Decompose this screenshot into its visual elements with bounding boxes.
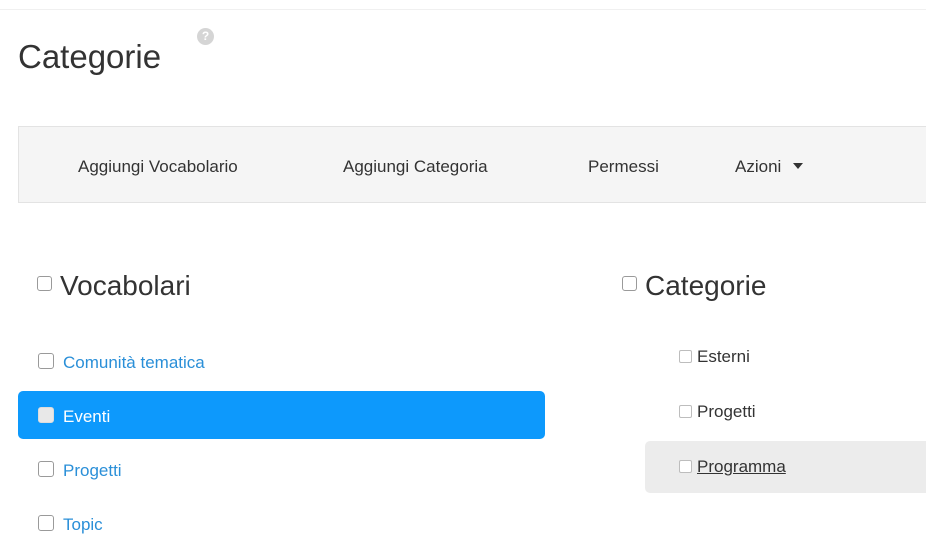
select-all-vocabularies-checkbox[interactable] (37, 276, 52, 291)
vocabulary-label: Progetti (63, 461, 122, 480)
vocabulary-item-eventi[interactable]: Eventi (18, 391, 545, 439)
category-item-esterni[interactable]: Esterni (645, 331, 926, 383)
page-title: Categorie (18, 38, 162, 75)
add-vocabulary-button[interactable]: Aggiungi Vocabolario (78, 157, 238, 177)
actions-label: Azioni (735, 157, 782, 176)
vocabulary-label: Comunità tematica (63, 353, 205, 372)
categories-heading-label: Categorie (645, 270, 767, 301)
vocabulary-item-comunita-tematica[interactable]: Comunità tematica (18, 337, 545, 385)
vocabulary-item-progetti[interactable]: Progetti (18, 445, 545, 493)
add-category-button[interactable]: Aggiungi Categoria (343, 157, 488, 177)
vocabulary-checkbox[interactable] (38, 515, 54, 531)
category-item-programma[interactable]: Programma (645, 441, 926, 493)
category-label: Esterni (697, 347, 750, 366)
select-all-categories-checkbox[interactable] (622, 276, 637, 291)
vocabulary-item-topic[interactable]: Topic (18, 499, 545, 547)
vocabulary-checkbox[interactable] (38, 461, 54, 477)
category-label: Progetti (697, 402, 756, 421)
category-checkbox[interactable] (679, 350, 692, 363)
vocabularies-heading: Vocabolari (37, 270, 191, 302)
category-checkbox[interactable] (679, 405, 692, 418)
toolbar: Aggiungi Vocabolario Aggiungi Categoria … (18, 126, 926, 203)
vocabulary-label: Eventi (63, 407, 111, 426)
top-divider (0, 9, 926, 10)
vocabulary-label: Topic (63, 515, 103, 534)
category-label: Programma (697, 457, 786, 476)
vocabulary-checkbox[interactable] (38, 407, 54, 423)
category-checkbox[interactable] (679, 460, 692, 473)
vocabularies-heading-label: Vocabolari (60, 270, 191, 301)
question-mark-icon[interactable]: ? (197, 28, 214, 45)
categories-heading: Categorie (622, 270, 766, 302)
vocabulary-checkbox[interactable] (38, 353, 54, 369)
category-item-progetti[interactable]: Progetti (645, 386, 926, 438)
caret-down-icon (793, 163, 804, 169)
actions-dropdown[interactable]: Azioni (735, 157, 804, 177)
permissions-button[interactable]: Permessi (588, 157, 659, 177)
